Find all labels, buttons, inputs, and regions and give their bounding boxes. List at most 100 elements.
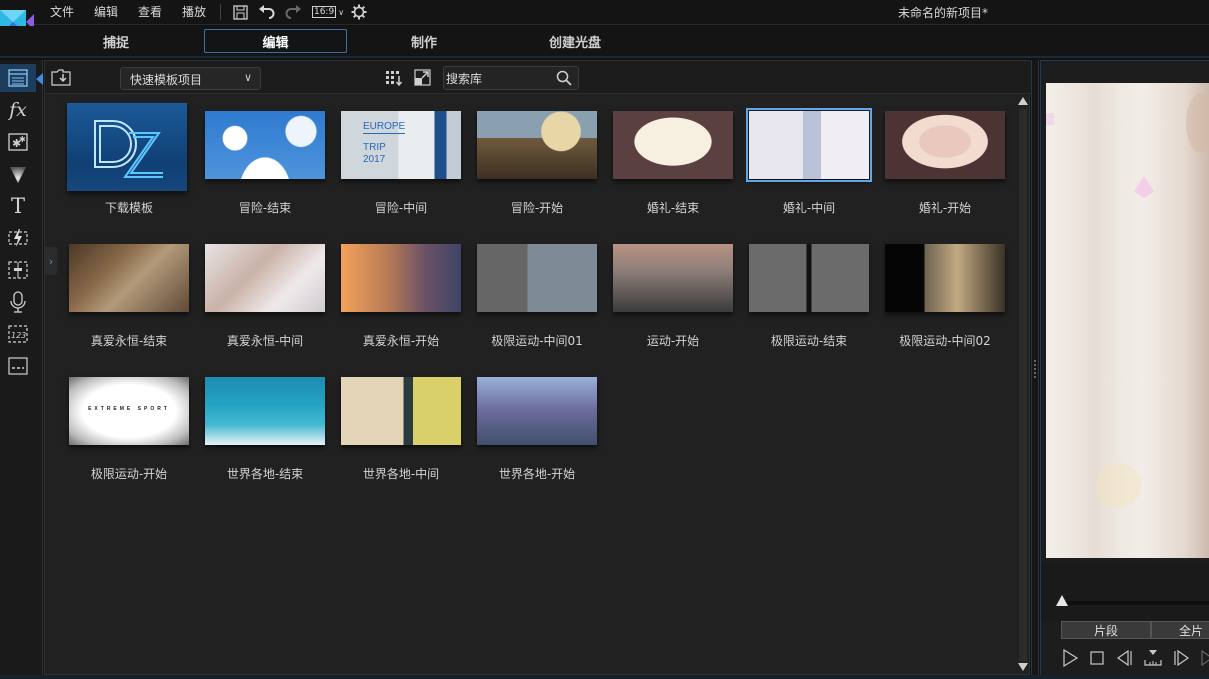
next-frame-icon[interactable] [1172, 649, 1190, 667]
tab-produce[interactable]: 制作 [364, 29, 484, 53]
chevron-down-icon: ∨ [338, 7, 345, 17]
template-tile[interactable]: 婚礼-结束 [611, 103, 735, 228]
rail-title-room[interactable]: T [3, 192, 33, 220]
import-media-button[interactable] [51, 68, 73, 88]
fx-icon: fx [9, 99, 27, 121]
template-tile[interactable]: EUROPE TRIP 2017 冒险-中间 [339, 103, 463, 228]
rail-voice-over-room[interactable] [3, 288, 33, 316]
scroll-track[interactable] [1019, 109, 1027, 661]
template-tile[interactable]: 冒险-开始 [475, 103, 599, 228]
template-thumbnail[interactable] [477, 111, 597, 179]
microphone-icon [10, 291, 26, 313]
play-icon[interactable] [1061, 649, 1079, 667]
download-templates-thumbnail[interactable] [67, 103, 187, 191]
template-tile[interactable]: 真爱永恒-开始 [339, 236, 463, 361]
save-icon[interactable] [231, 3, 249, 21]
template-tile[interactable]: 下载模板 [67, 103, 191, 228]
playback-slider-thumb[interactable] [1056, 595, 1068, 606]
menu-bar: 文件 编辑 查看 播放 16:9 ∨ 未命名的新项目* [0, 0, 1209, 34]
redo-icon[interactable] [284, 3, 302, 21]
template-tile[interactable]: 极限运动-中间01 [475, 236, 599, 361]
library-toolbar: 快速模板项目 ∨ [45, 61, 1031, 94]
template-thumbnail[interactable] [613, 111, 733, 179]
template-tile[interactable]: 冒险-结束 [203, 103, 327, 228]
library-search [443, 66, 579, 90]
preview-mode-toggle: 片段 全片 [1061, 621, 1209, 639]
template-thumbnail[interactable] [341, 377, 461, 445]
template-thumbnail[interactable] [885, 244, 1005, 312]
search-input[interactable] [446, 70, 551, 87]
menu-playback[interactable]: 播放 [182, 3, 206, 20]
template-tile[interactable]: 世界各地-结束 [203, 369, 327, 494]
template-tile[interactable]: 极限运动-结束 [747, 236, 871, 361]
settings-icon[interactable] [350, 3, 368, 21]
rail-fx-room[interactable]: fx [3, 96, 33, 124]
collapse-rail-button[interactable]: › [45, 247, 57, 275]
take-snapshot-icon[interactable] [1144, 649, 1162, 667]
template-tile[interactable]: 婚礼-开始 [883, 103, 1007, 228]
scroll-down-icon[interactable] [1018, 663, 1028, 671]
sort-view-button[interactable] [385, 69, 403, 87]
scroll-up-icon[interactable] [1018, 97, 1028, 105]
template-thumbnail[interactable] [746, 108, 872, 182]
preview-viewer [1046, 83, 1209, 558]
search-icon[interactable] [556, 70, 572, 86]
template-tile[interactable]: 世界各地-开始 [475, 369, 599, 494]
tab-create-disc[interactable]: 创建光盘 [515, 29, 635, 53]
rail-chapter-room[interactable]: 123 [3, 320, 33, 348]
fast-forward-icon[interactable] [1200, 649, 1209, 667]
template-tile[interactable]: 极限运动-中间02 [883, 236, 1007, 361]
rail-media-room[interactable] [0, 64, 36, 92]
undo-icon[interactable] [257, 3, 275, 21]
particle-icon [10, 167, 26, 183]
menu-edit[interactable]: 编辑 [94, 3, 118, 20]
library-scrollbar[interactable] [1017, 95, 1029, 673]
menu-view[interactable]: 查看 [138, 3, 162, 20]
template-label: 世界各地-开始 [498, 467, 576, 481]
panel-splitter[interactable] [1031, 60, 1039, 675]
library-filter-dropdown[interactable]: 快速模板项目 ∨ [120, 67, 261, 90]
template-thumbnail[interactable] [477, 244, 597, 312]
template-tile[interactable]: 真爱永恒-中间 [203, 236, 327, 361]
expand-library-button[interactable] [414, 69, 432, 87]
template-label: 极限运动-结束 [770, 334, 848, 348]
template-tile[interactable]: 世界各地-中间 [339, 369, 463, 494]
template-thumbnail[interactable] [749, 244, 869, 312]
template-thumbnail[interactable] [613, 244, 733, 312]
clip-mode-button[interactable]: 片段 [1061, 621, 1151, 639]
rail-particle-room[interactable] [3, 160, 33, 188]
template-tile[interactable]: 真爱永恒-结束 [67, 236, 191, 361]
rail-pip-room[interactable]: ✱ ✱ [3, 128, 33, 156]
template-label: 运动-开始 [646, 334, 700, 348]
playback-controls [1061, 649, 1209, 669]
template-thumbnail[interactable] [885, 111, 1005, 179]
template-thumbnail[interactable] [69, 244, 189, 312]
stop-icon[interactable] [1088, 649, 1106, 667]
tab-capture[interactable]: 捕捉 [56, 29, 176, 53]
rail-transition-room[interactable] [3, 224, 33, 252]
tab-edit[interactable]: 编辑 [204, 29, 347, 53]
template-label: 极限运动-中间02 [899, 334, 991, 348]
template-tile[interactable]: 婚礼-中间 [746, 103, 872, 228]
playback-slider-track[interactable] [1061, 601, 1209, 605]
template-thumbnail[interactable] [341, 244, 461, 312]
template-tile[interactable]: EXTREME SPORT 极限运动-开始 [67, 369, 191, 494]
menu-file[interactable]: 文件 [50, 3, 74, 20]
template-thumbnail[interactable] [205, 111, 325, 179]
thumbnail-caption: EXTREME SPORT [88, 406, 170, 412]
template-label: 冒险-开始 [510, 201, 564, 215]
aspect-ratio-dropdown[interactable]: 16:9 ∨ [311, 3, 345, 21]
template-label: 真爱永恒-中间 [226, 334, 304, 348]
rail-subtitle-room[interactable] [3, 352, 33, 380]
template-thumbnail[interactable] [205, 244, 325, 312]
template-label: 冒险-中间 [374, 201, 428, 215]
rail-audio-mixing-room[interactable] [3, 256, 33, 284]
template-thumbnail[interactable]: EXTREME SPORT [69, 377, 189, 445]
movie-mode-button[interactable]: 全片 [1151, 621, 1209, 639]
template-thumbnail[interactable] [205, 377, 325, 445]
previous-frame-icon[interactable] [1116, 649, 1134, 667]
template-thumbnail[interactable]: EUROPE TRIP 2017 [341, 111, 461, 179]
template-tile[interactable]: 运动-开始 [611, 236, 735, 361]
template-thumbnail[interactable] [477, 377, 597, 445]
library-panel: 快速模板项目 ∨ › 下载模板 冒险-结束 EUROPETRIP2017 冒险-中间 冒… [44, 60, 1031, 675]
